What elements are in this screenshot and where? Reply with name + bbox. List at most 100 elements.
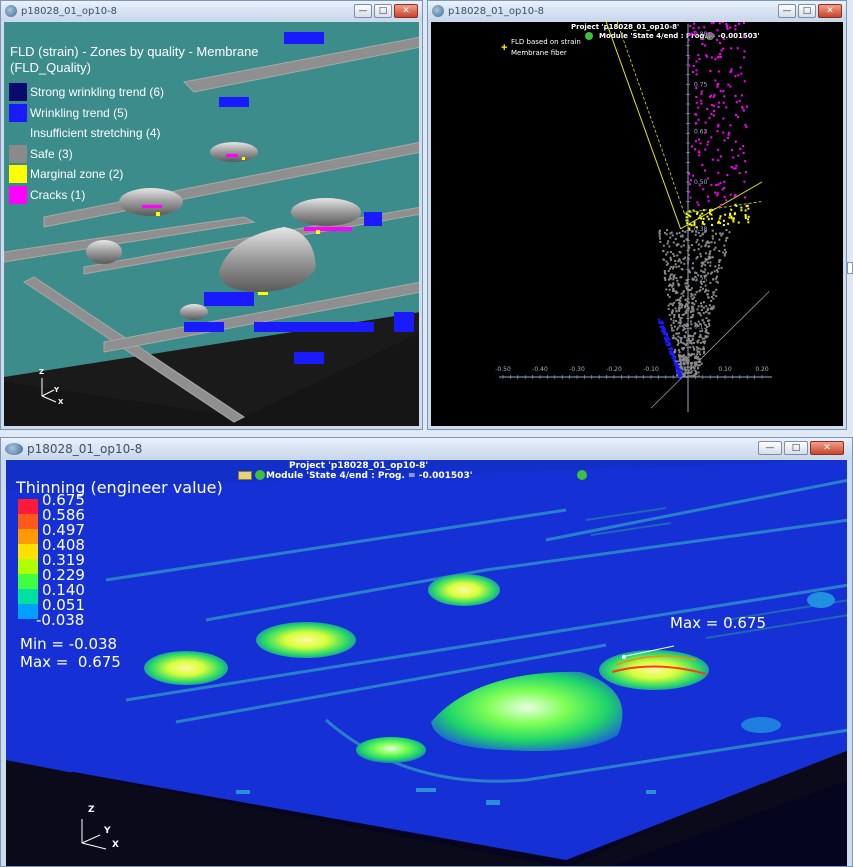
- splitter-handle[interactable]: [847, 262, 853, 274]
- safe-point: [702, 341, 705, 344]
- wrinkling-point: [664, 338, 667, 341]
- crack-point: [714, 191, 717, 194]
- fld-plot-viewport[interactable]: Project 'p18028_01_op10-8' Module 'State…: [431, 22, 843, 426]
- crack-point: [698, 154, 701, 157]
- maximize-button[interactable]: □: [798, 4, 816, 18]
- prev-state-icon[interactable]: [255, 470, 265, 480]
- fld-plot-window[interactable]: p18028_01_op10-8 — □ ✕ Project 'p18028_0…: [427, 0, 847, 430]
- safe-point: [679, 320, 682, 323]
- crack-point: [722, 90, 725, 93]
- fld-quality-window[interactable]: p18028_01_op10-8 — □ ✕ FLD (strain) - Zo…: [0, 0, 423, 430]
- safe-point: [690, 244, 693, 247]
- fld-chart[interactable]: -0.50 -0.40 -0.30 -0.20 -0.10 0.00 0.10 0.200.1…: [431, 22, 843, 426]
- safe-point: [695, 355, 698, 358]
- safe-point: [707, 296, 710, 299]
- safe-point: [689, 346, 692, 349]
- safe-point: [682, 244, 685, 247]
- safe-point: [690, 342, 693, 345]
- safe-point: [682, 329, 685, 332]
- app-icon: [5, 5, 17, 17]
- safe-point: [670, 324, 673, 327]
- maximize-button[interactable]: □: [374, 4, 392, 18]
- fld-quality-viewport[interactable]: FLD (strain) - Zones by quality - Membra…: [4, 22, 419, 426]
- legend-item: Strong wrinkling trend (6): [9, 82, 164, 103]
- safe-point: [683, 323, 686, 326]
- safe-point: [692, 341, 695, 344]
- safe-point: [709, 281, 712, 284]
- wrinkling-point: [667, 343, 670, 346]
- crack-point: [695, 122, 698, 125]
- crack-point: [713, 93, 716, 96]
- crack-point: [694, 140, 697, 143]
- safe-point: [685, 279, 688, 282]
- thinning-titlebar[interactable]: p18028_01_op10-8 — □ ✕: [1, 438, 852, 459]
- crack-point: [705, 54, 708, 57]
- close-button[interactable]: ✕: [818, 4, 842, 18]
- close-button[interactable]: ✕: [394, 4, 418, 18]
- safe-point: [666, 251, 669, 254]
- crack-point: [743, 80, 746, 83]
- safe-point: [694, 364, 697, 367]
- safe-point: [703, 321, 706, 324]
- legend-item: Wrinkling trend (5): [9, 103, 164, 124]
- crack-point: [743, 35, 746, 38]
- scale-swatch: [18, 529, 38, 544]
- minimize-button[interactable]: —: [778, 4, 796, 18]
- safe-point: [703, 290, 706, 293]
- safe-point: [667, 262, 670, 265]
- safe-point: [689, 311, 692, 314]
- safe-point: [697, 248, 700, 251]
- maximize-button[interactable]: □: [784, 441, 808, 455]
- thinning-window[interactable]: p18028_01_op10-8 — □ ✕ Project 'p18028_0…: [0, 437, 853, 867]
- crack-point: [717, 171, 720, 174]
- thinning-viewport[interactable]: Project 'p18028_01_op10-8' Module 'State…: [6, 460, 847, 866]
- crack-point: [710, 112, 713, 115]
- crack-point: [695, 113, 698, 116]
- safe-point: [686, 261, 689, 264]
- next-state-icon[interactable]: [577, 470, 587, 480]
- crack-point: [714, 58, 717, 61]
- crack-point: [722, 101, 725, 104]
- crack-point: [744, 123, 747, 126]
- safe-point: [707, 289, 710, 292]
- safe-point: [695, 272, 698, 275]
- legend-swatch: [9, 103, 27, 122]
- fld-plot-titlebar[interactable]: p18028_01_op10-8 — □ ✕: [428, 1, 846, 21]
- crack-point: [719, 155, 722, 158]
- safe-point: [699, 335, 702, 338]
- folder-icon[interactable]: [238, 471, 252, 480]
- minimize-button[interactable]: —: [354, 4, 372, 18]
- marginal-point: [710, 217, 713, 220]
- window-title: p18028_01_op10-8: [21, 5, 118, 17]
- safe-point: [699, 234, 702, 237]
- crack-point: [723, 195, 726, 198]
- safe-point: [672, 329, 675, 332]
- safe-point: [692, 335, 695, 338]
- safe-point: [702, 352, 705, 355]
- safe-point: [687, 306, 690, 309]
- crack-point: [737, 115, 740, 118]
- safe-point: [687, 309, 690, 312]
- safe-point: [701, 239, 704, 242]
- safe-point: [700, 275, 703, 278]
- safe-point: [694, 372, 697, 375]
- safe-point: [677, 307, 680, 310]
- safe-point: [677, 349, 680, 352]
- crack-point: [695, 69, 698, 72]
- safe-point: [669, 273, 672, 276]
- safe-point: [667, 269, 670, 272]
- safe-point: [676, 332, 679, 335]
- fld-quality-titlebar[interactable]: p18028_01_op10-8 — □ ✕: [1, 1, 422, 21]
- safe-point: [680, 337, 683, 340]
- minimize-button[interactable]: —: [758, 441, 782, 455]
- safe-point: [713, 248, 716, 251]
- safe-point: [723, 248, 726, 251]
- wrinkling-point: [676, 372, 679, 375]
- crack-point: [717, 125, 720, 128]
- marginal-point: [740, 209, 743, 212]
- safe-point: [691, 314, 694, 317]
- close-button[interactable]: ✕: [810, 441, 844, 455]
- safe-point: [704, 230, 707, 233]
- safe-point: [724, 251, 727, 254]
- safe-point: [704, 245, 707, 248]
